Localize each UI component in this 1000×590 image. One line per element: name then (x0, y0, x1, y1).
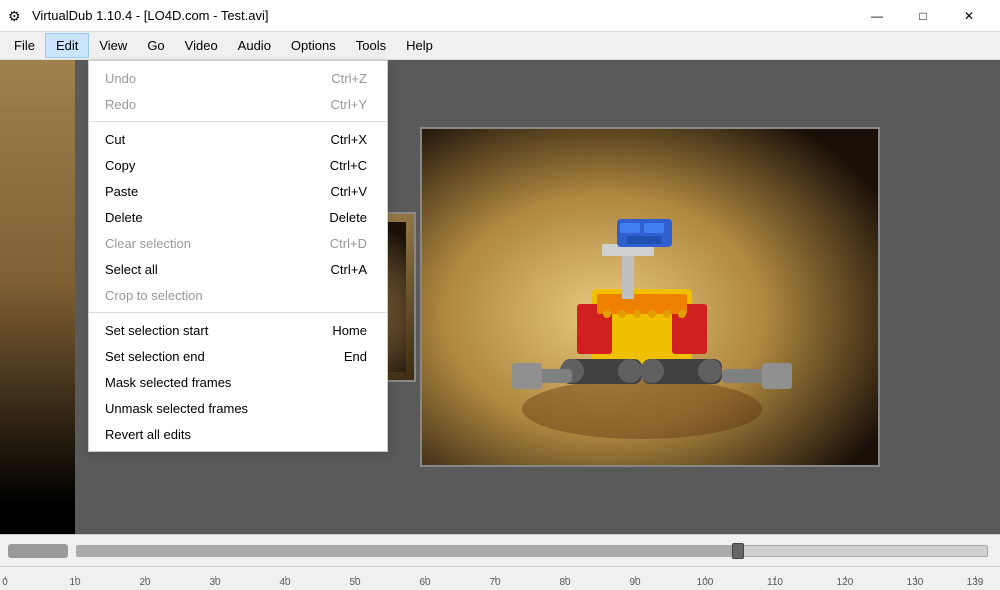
menu-edit-delete-label: Delete (105, 210, 143, 225)
ruler-mark-label: 120 (837, 577, 854, 588)
menu-edit-clear-selection-shortcut: Ctrl+D (330, 236, 367, 251)
menu-edit-select-all-label: Select all (105, 262, 158, 277)
menu-edit-unmask-selected-frames-label: Unmask selected frames (105, 401, 248, 416)
close-button[interactable]: ✕ (946, 0, 992, 32)
left-panel-top (0, 60, 75, 504)
ruler-mark-label: 50 (349, 577, 360, 588)
window-title: VirtualDub 1.10.4 - [LO4D.com - Test.avi… (32, 8, 269, 23)
ruler-mark-label: 0 (2, 577, 8, 588)
app-icon: ⚙ (8, 8, 24, 24)
menu-edit-cut-shortcut: Ctrl+X (331, 132, 367, 147)
menu-edit-undo-shortcut: Ctrl+Z (331, 71, 367, 86)
menu-item-tools[interactable]: Tools (346, 34, 396, 57)
menu-edit-mask-selected-frames-label: Mask selected frames (105, 375, 231, 390)
separator-2 (89, 312, 387, 313)
title-bar: ⚙ VirtualDub 1.10.4 - [LO4D.com - Test.a… (0, 0, 1000, 32)
menu-edit-set-selection-end-shortcut: End (344, 349, 367, 364)
video-frame-right (420, 127, 880, 467)
timeline-track[interactable] (76, 545, 988, 557)
timeline-scrollbar-left[interactable] (8, 544, 68, 558)
ruler-mark-label: 100 (697, 577, 714, 588)
menu-edit-set-selection-start[interactable]: Set selection start Home (89, 317, 387, 343)
menu-bar: File Edit View Go Video Audio Options To… (0, 32, 1000, 60)
ruler-mark-label: 139 (967, 577, 984, 588)
ruler-mark-label: 60 (419, 577, 430, 588)
timeline-progress (77, 546, 741, 556)
ruler-mark-label: 110 (767, 577, 783, 588)
menu-item-help[interactable]: Help (396, 34, 443, 57)
menu-edit-unmask-selected-frames[interactable]: Unmask selected frames (89, 395, 387, 421)
menu-edit-redo[interactable]: Redo Ctrl+Y (89, 91, 387, 117)
menu-edit-paste-shortcut: Ctrl+V (331, 184, 367, 199)
menu-item-go[interactable]: Go (137, 34, 174, 57)
menu-edit-redo-shortcut: Ctrl+Y (331, 97, 367, 112)
timeline-handle[interactable] (732, 543, 744, 559)
menu-edit-paste-label: Paste (105, 184, 138, 199)
menu-edit-clear-selection[interactable]: Clear selection Ctrl+D (89, 230, 387, 256)
menu-edit-undo[interactable]: Undo Ctrl+Z (89, 65, 387, 91)
ruler-mark-label: 30 (209, 577, 220, 588)
menu-edit-undo-label: Undo (105, 71, 136, 86)
ruler-mark-label: 40 (279, 577, 290, 588)
menu-edit-set-selection-end-label: Set selection end (105, 349, 205, 364)
menu-edit-redo-label: Redo (105, 97, 136, 112)
menu-edit-set-selection-end[interactable]: Set selection end End (89, 343, 387, 369)
minimize-button[interactable]: — (854, 0, 900, 32)
menu-item-options[interactable]: Options (281, 34, 346, 57)
ruler-mark-label: 130 (907, 577, 924, 588)
timeline-area (0, 534, 1000, 566)
menu-edit-paste[interactable]: Paste Ctrl+V (89, 178, 387, 204)
ruler-marks: 0 10 20 30 40 50 60 70 80 90 100 110 120 130 139 (0, 566, 1000, 588)
menu-item-view[interactable]: View (89, 34, 137, 57)
menu-edit-select-all[interactable]: Select all Ctrl+A (89, 256, 387, 282)
menu-edit-delete-shortcut: Delete (329, 210, 367, 225)
menu-edit-set-selection-start-shortcut: Home (332, 323, 367, 338)
ruler-area: 0 10 20 30 40 50 60 70 80 90 100 110 120 130 139 (0, 566, 1000, 590)
maximize-button[interactable]: □ (900, 0, 946, 32)
menu-edit-cut[interactable]: Cut Ctrl+X (89, 126, 387, 152)
menu-edit-crop-to-selection-label: Crop to selection (105, 288, 203, 303)
menu-edit-select-all-shortcut: Ctrl+A (331, 262, 367, 277)
menu-edit-copy[interactable]: Copy Ctrl+C (89, 152, 387, 178)
menu-edit-copy-shortcut: Ctrl+C (330, 158, 367, 173)
video-thumbnail-right (422, 129, 878, 465)
menu-item-audio[interactable]: Audio (228, 34, 281, 57)
menu-edit-crop-to-selection[interactable]: Crop to selection (89, 282, 387, 308)
menu-edit-set-selection-start-label: Set selection start (105, 323, 208, 338)
video-preview-right-svg (422, 129, 878, 465)
menu-item-video[interactable]: Video (175, 34, 228, 57)
title-bar-left: ⚙ VirtualDub 1.10.4 - [LO4D.com - Test.a… (8, 8, 269, 24)
ruler-mark-label: 70 (489, 577, 500, 588)
menu-item-edit[interactable]: Edit (45, 33, 89, 58)
ruler-mark-label: 80 (559, 577, 570, 588)
ruler-mark-label: 20 (139, 577, 150, 588)
separator-1 (89, 121, 387, 122)
menu-edit-revert-all-edits[interactable]: Revert all edits (89, 421, 387, 447)
ruler-mark-label: 90 (629, 577, 640, 588)
edit-dropdown-menu: Undo Ctrl+Z Redo Ctrl+Y Cut Ctrl+X Copy … (88, 60, 388, 452)
ruler-mark-label: 10 (69, 577, 80, 588)
menu-item-file[interactable]: File (4, 34, 45, 57)
menu-edit-mask-selected-frames[interactable]: Mask selected frames (89, 369, 387, 395)
menu-edit-copy-label: Copy (105, 158, 135, 173)
menu-edit-revert-all-edits-label: Revert all edits (105, 427, 191, 442)
menu-edit-cut-label: Cut (105, 132, 125, 147)
left-panel (0, 60, 75, 534)
menu-edit-delete[interactable]: Delete Delete (89, 204, 387, 230)
left-panel-bottom (0, 504, 75, 534)
menu-edit-clear-selection-label: Clear selection (105, 236, 191, 251)
title-bar-controls: — □ ✕ (854, 0, 992, 32)
